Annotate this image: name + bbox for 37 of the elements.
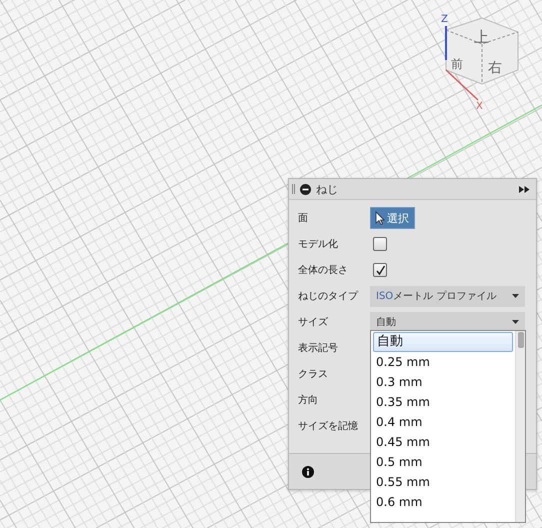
caret-icon bbox=[512, 294, 519, 298]
cube-face-label[interactable]: 前 bbox=[451, 57, 463, 71]
field-label: 面 bbox=[298, 212, 309, 225]
field-label: クラス bbox=[298, 368, 329, 381]
dropdown-option[interactable]: 0.5 mm bbox=[373, 452, 513, 472]
field-label: 表示記号 bbox=[298, 342, 339, 355]
axis-label: Z bbox=[441, 14, 448, 25]
dialog-title: ねじ bbox=[316, 182, 338, 196]
dropdown-option[interactable]: 自動 bbox=[373, 332, 513, 352]
dropdown-field[interactable]: 自動 bbox=[370, 312, 525, 332]
field-label: サイズ bbox=[298, 316, 329, 329]
scrollbar[interactable] bbox=[515, 331, 525, 522]
axis-label: X bbox=[476, 101, 483, 112]
checkbox[interactable] bbox=[373, 237, 387, 251]
dropdown-option[interactable]: 0.55 mm bbox=[373, 472, 513, 492]
info-icon[interactable] bbox=[302, 466, 314, 478]
select-button[interactable]: 選択 bbox=[370, 207, 415, 229]
field-label: モデル化 bbox=[298, 238, 339, 251]
dropdown-option[interactable]: 0.4 mm bbox=[373, 412, 513, 432]
dropdown-option[interactable]: 0.6 mm bbox=[373, 492, 513, 512]
cursor-icon bbox=[375, 211, 385, 225]
field-label: 方向 bbox=[298, 394, 319, 407]
field-label: サイズを記憶 bbox=[298, 420, 359, 433]
field-label: ねじのタイプ bbox=[298, 290, 360, 303]
dropdown-option[interactable]: 0.45 mm bbox=[373, 432, 513, 452]
cube-face-label[interactable]: 右 bbox=[488, 60, 502, 76]
caret-icon bbox=[512, 320, 519, 324]
collapse-icon[interactable] bbox=[300, 184, 311, 194]
dropdown-field[interactable]: ISOメートル プロファイル bbox=[370, 286, 525, 306]
dropdown-option[interactable]: 0.3 mm bbox=[373, 372, 513, 392]
cube-face-label[interactable]: 上 bbox=[474, 28, 489, 46]
dropdown-option[interactable]: 0.35 mm bbox=[373, 392, 513, 412]
dropdown-option[interactable]: 0.25 mm bbox=[373, 352, 513, 372]
grip-icon[interactable] bbox=[292, 184, 295, 194]
checkbox[interactable] bbox=[373, 263, 387, 277]
field-label: 全体の長さ bbox=[298, 264, 349, 277]
fast-forward-icon[interactable] bbox=[519, 186, 530, 192]
